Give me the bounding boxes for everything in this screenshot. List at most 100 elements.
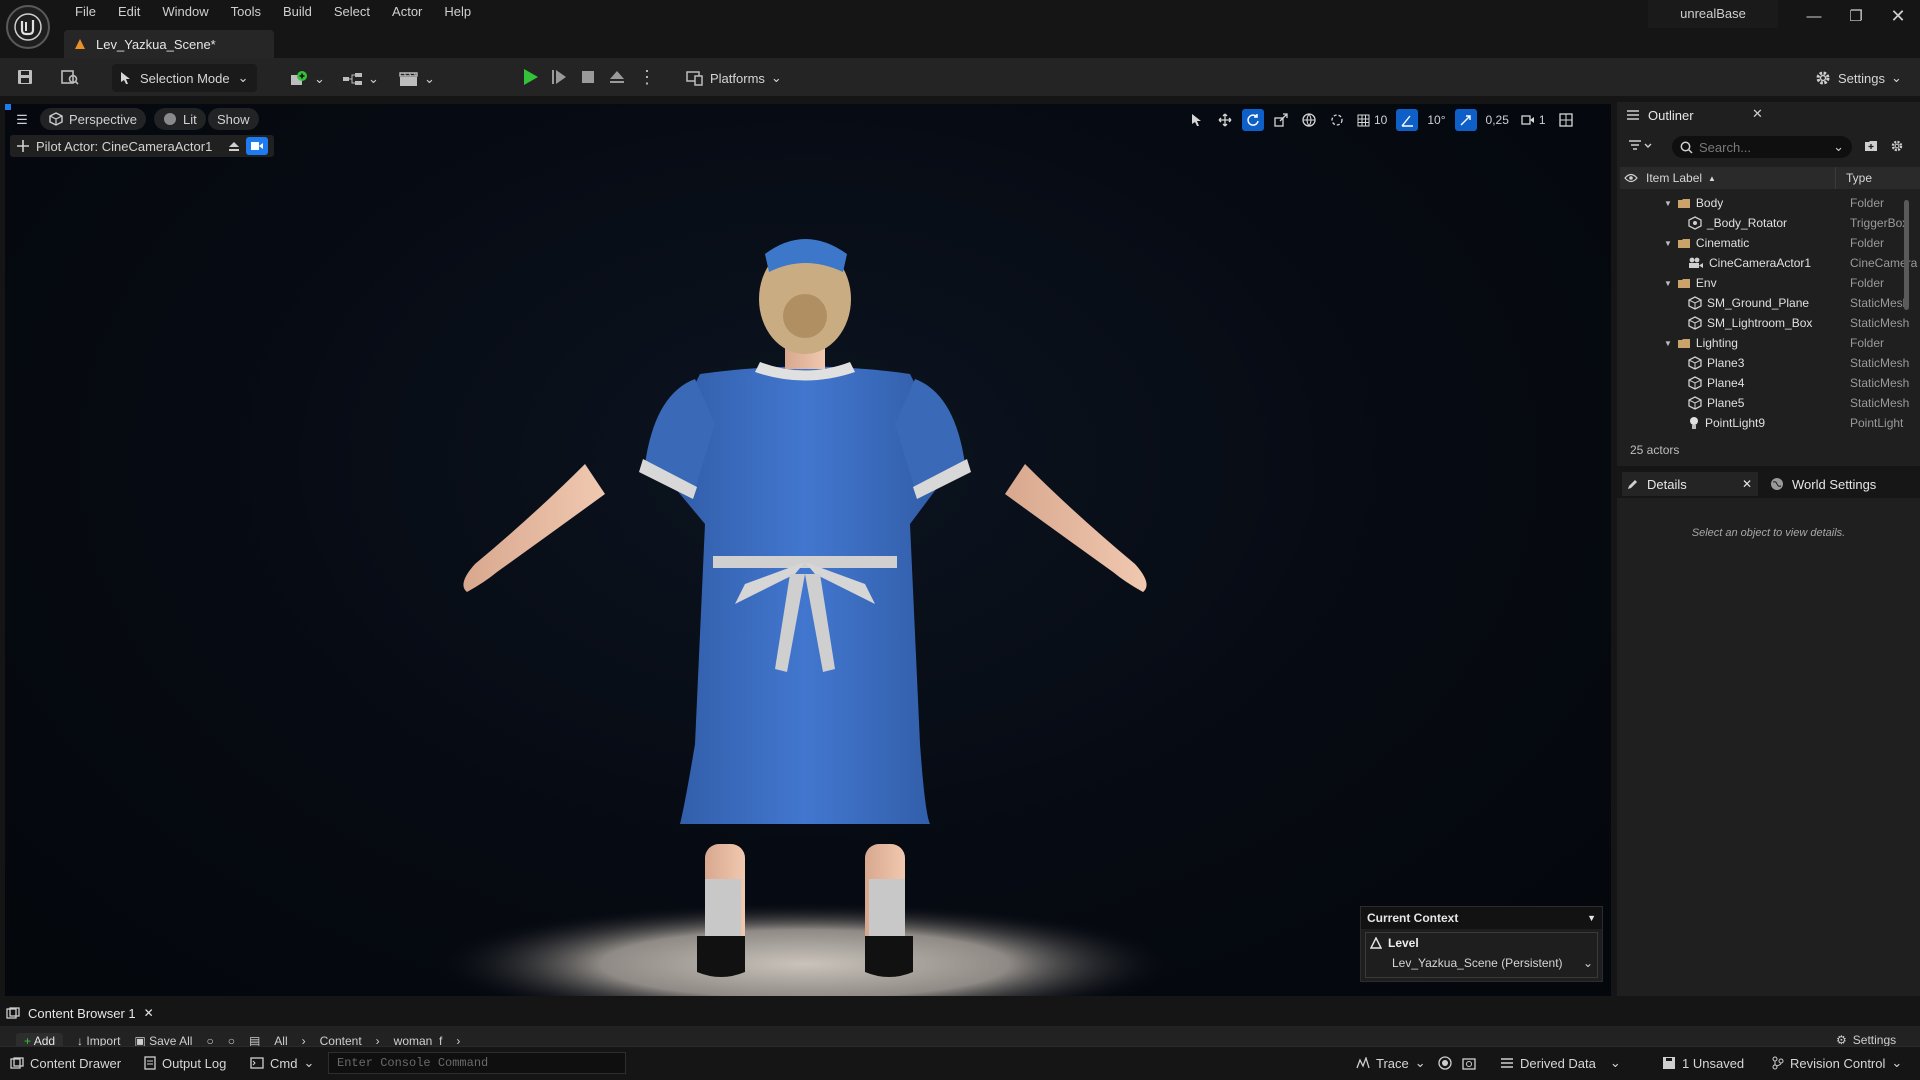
path-content[interactable]: Content	[320, 1034, 362, 1046]
screenshot-icon[interactable]	[1462, 1052, 1476, 1074]
outliner-row-lighting[interactable]: ▼ Lighting Folder	[1620, 333, 1918, 353]
expand-arrow-icon[interactable]: ▼	[1664, 239, 1672, 248]
save-all-button[interactable]: ▣ Save All	[134, 1034, 192, 1046]
revision-control-dropdown[interactable]: Revision Control ⌄	[1772, 1052, 1902, 1074]
selection-mode-dropdown[interactable]: Selection Mode ⌄	[112, 64, 257, 92]
details-tab[interactable]: Details ✕	[1622, 472, 1758, 496]
close-details-icon[interactable]: ✕	[1742, 477, 1752, 491]
add-actor-button[interactable]: ⌄	[288, 66, 325, 92]
menu-edit[interactable]: Edit	[107, 0, 151, 24]
surface-snap-icon[interactable]	[1326, 109, 1348, 131]
viewport-menu-icon[interactable]: ☰	[12, 110, 32, 130]
menu-select[interactable]: Select	[323, 0, 381, 24]
record-icon[interactable]	[1438, 1052, 1452, 1074]
minimize-icon[interactable]: —	[1794, 0, 1834, 32]
outliner-row-lightroom-box[interactable]: SM_Lightroom_Box StaticMesh	[1620, 313, 1918, 333]
more-options-icon[interactable]: ⋮	[638, 67, 656, 88]
history-back-icon[interactable]: ○	[206, 1034, 213, 1046]
outliner-row-body-rotator[interactable]: _Body_Rotator TriggerBox	[1620, 213, 1918, 233]
restore-icon[interactable]: ❐	[1836, 0, 1876, 32]
outliner-row-plane3[interactable]: Plane3 StaticMesh	[1620, 353, 1918, 373]
unsaved-button[interactable]: 1 Unsaved	[1662, 1052, 1744, 1074]
play-icon[interactable]	[520, 67, 540, 87]
visibility-eye-icon[interactable]	[1620, 173, 1642, 183]
lit-button[interactable]: Lit	[154, 108, 206, 130]
derived-data-dropdown[interactable]: Derived Data ⌄	[1500, 1052, 1621, 1074]
outliner-row-body[interactable]: ▼ Body Folder	[1620, 193, 1918, 213]
content-drawer-button[interactable]: Content Drawer	[10, 1052, 121, 1074]
add-button[interactable]: + Add	[16, 1033, 64, 1046]
expand-arrow-icon[interactable]: ▼	[1664, 199, 1672, 208]
outliner-settings-icon[interactable]	[1890, 139, 1904, 153]
close-outliner-icon[interactable]: ✕	[1752, 106, 1763, 122]
eject-pilot-icon[interactable]	[228, 140, 240, 152]
filter-icon[interactable]	[1628, 139, 1654, 153]
advance-frame-icon[interactable]	[550, 68, 568, 86]
level-viewport[interactable]	[5, 104, 1611, 996]
close-window-icon[interactable]: ✕	[1878, 0, 1918, 32]
history-forward-icon[interactable]: ○	[228, 1034, 235, 1046]
outliner-row-pointlight9[interactable]: PointLight9 PointLight	[1620, 413, 1918, 433]
output-log-button[interactable]: Output Log	[144, 1052, 226, 1074]
collapse-arrow-icon[interactable]: ▼	[1587, 913, 1596, 923]
outliner-row-cinematic[interactable]: ▼ Cinematic Folder	[1620, 233, 1918, 253]
outliner-search-input[interactable]: Search... ⌄	[1672, 136, 1852, 158]
menu-help[interactable]: Help	[433, 0, 482, 24]
item-label-column[interactable]: Item Label ▲	[1642, 167, 1836, 189]
browse-content-icon[interactable]	[60, 68, 80, 86]
menu-actor[interactable]: Actor	[381, 0, 433, 24]
new-folder-icon[interactable]	[1864, 139, 1878, 152]
stop-icon[interactable]	[580, 69, 596, 85]
translate-icon[interactable]	[1214, 109, 1236, 131]
world-settings-tab[interactable]: World Settings	[1770, 472, 1876, 496]
menu-build[interactable]: Build	[272, 0, 323, 24]
grid-snap-button[interactable]: 10	[1354, 109, 1390, 131]
viewport-layout-icon[interactable]	[1555, 109, 1577, 131]
platforms-dropdown[interactable]: Platforms ⌄	[686, 64, 782, 92]
camera-lock-icon[interactable]	[246, 137, 269, 155]
world-space-icon[interactable]	[1298, 109, 1320, 131]
trace-dropdown[interactable]: Trace ⌄	[1356, 1052, 1426, 1074]
scale-icon[interactable]	[1270, 109, 1292, 131]
menu-tools[interactable]: Tools	[220, 0, 272, 24]
menu-window[interactable]: Window	[151, 0, 219, 24]
select-mode-icon[interactable]	[1186, 109, 1208, 131]
rotation-snap-value[interactable]: 10°	[1424, 109, 1448, 131]
unreal-logo-icon[interactable]	[6, 5, 50, 49]
cinematics-button[interactable]: ⌄	[398, 66, 435, 92]
perspective-button[interactable]: Perspective	[40, 108, 146, 130]
level-select[interactable]: Lev_Yazkua_Scene (Persistent) ⌄	[1370, 956, 1593, 970]
path-all[interactable]: All	[274, 1034, 287, 1046]
blueprints-button[interactable]: ⌄	[342, 66, 379, 92]
eject-icon[interactable]	[608, 68, 626, 86]
scale-snap-value[interactable]: 0,25	[1483, 109, 1512, 131]
outliner-scrollbar[interactable]	[1904, 200, 1909, 310]
camera-speed-button[interactable]: 1	[1518, 109, 1549, 131]
outliner-row-ground-plane[interactable]: SM_Ground_Plane StaticMesh	[1620, 293, 1918, 313]
type-column-header[interactable]: Type	[1836, 171, 1920, 185]
rotate-icon[interactable]	[1242, 109, 1264, 131]
content-browser-settings[interactable]: ⚙ Settings	[1836, 1033, 1896, 1046]
outliner-row-cinecamera[interactable]: CineCameraActor1 CineCamera	[1620, 253, 1918, 273]
current-context-header[interactable]: Current Context ▼	[1361, 907, 1602, 929]
outliner-row-env[interactable]: ▼ Env Folder	[1620, 273, 1918, 293]
outliner-row-plane4[interactable]: Plane4 StaticMesh	[1620, 373, 1918, 393]
details-empty-message: Select an object to view details.	[1691, 527, 1846, 539]
settings-dropdown[interactable]: Settings ⌄	[1814, 64, 1902, 92]
import-button[interactable]: ↓ Import	[77, 1034, 120, 1046]
level-tab[interactable]: Lev_Yazkua_Scene*	[64, 30, 274, 58]
expand-arrow-icon[interactable]: ▼	[1664, 279, 1672, 288]
scale-snap-button[interactable]	[1454, 109, 1477, 131]
console-command-input[interactable]: Enter Console Command	[328, 1052, 626, 1074]
menu-file[interactable]: File	[64, 0, 107, 24]
content-browser-tab[interactable]: Content Browser 1 ✕	[6, 1000, 154, 1026]
close-content-browser-icon[interactable]: ✕	[144, 1006, 154, 1020]
expand-arrow-icon[interactable]: ▼	[1664, 339, 1672, 348]
cmd-dropdown[interactable]: Cmd ⌄	[250, 1052, 314, 1074]
show-button[interactable]: Show	[208, 108, 259, 130]
rotation-snap-button[interactable]	[1396, 109, 1419, 131]
outliner-tab[interactable]: Outliner	[1620, 102, 1760, 128]
save-icon[interactable]	[16, 68, 34, 86]
outliner-row-plane5[interactable]: Plane5 StaticMesh	[1620, 393, 1918, 413]
path-woman-f[interactable]: woman_f	[394, 1034, 443, 1046]
